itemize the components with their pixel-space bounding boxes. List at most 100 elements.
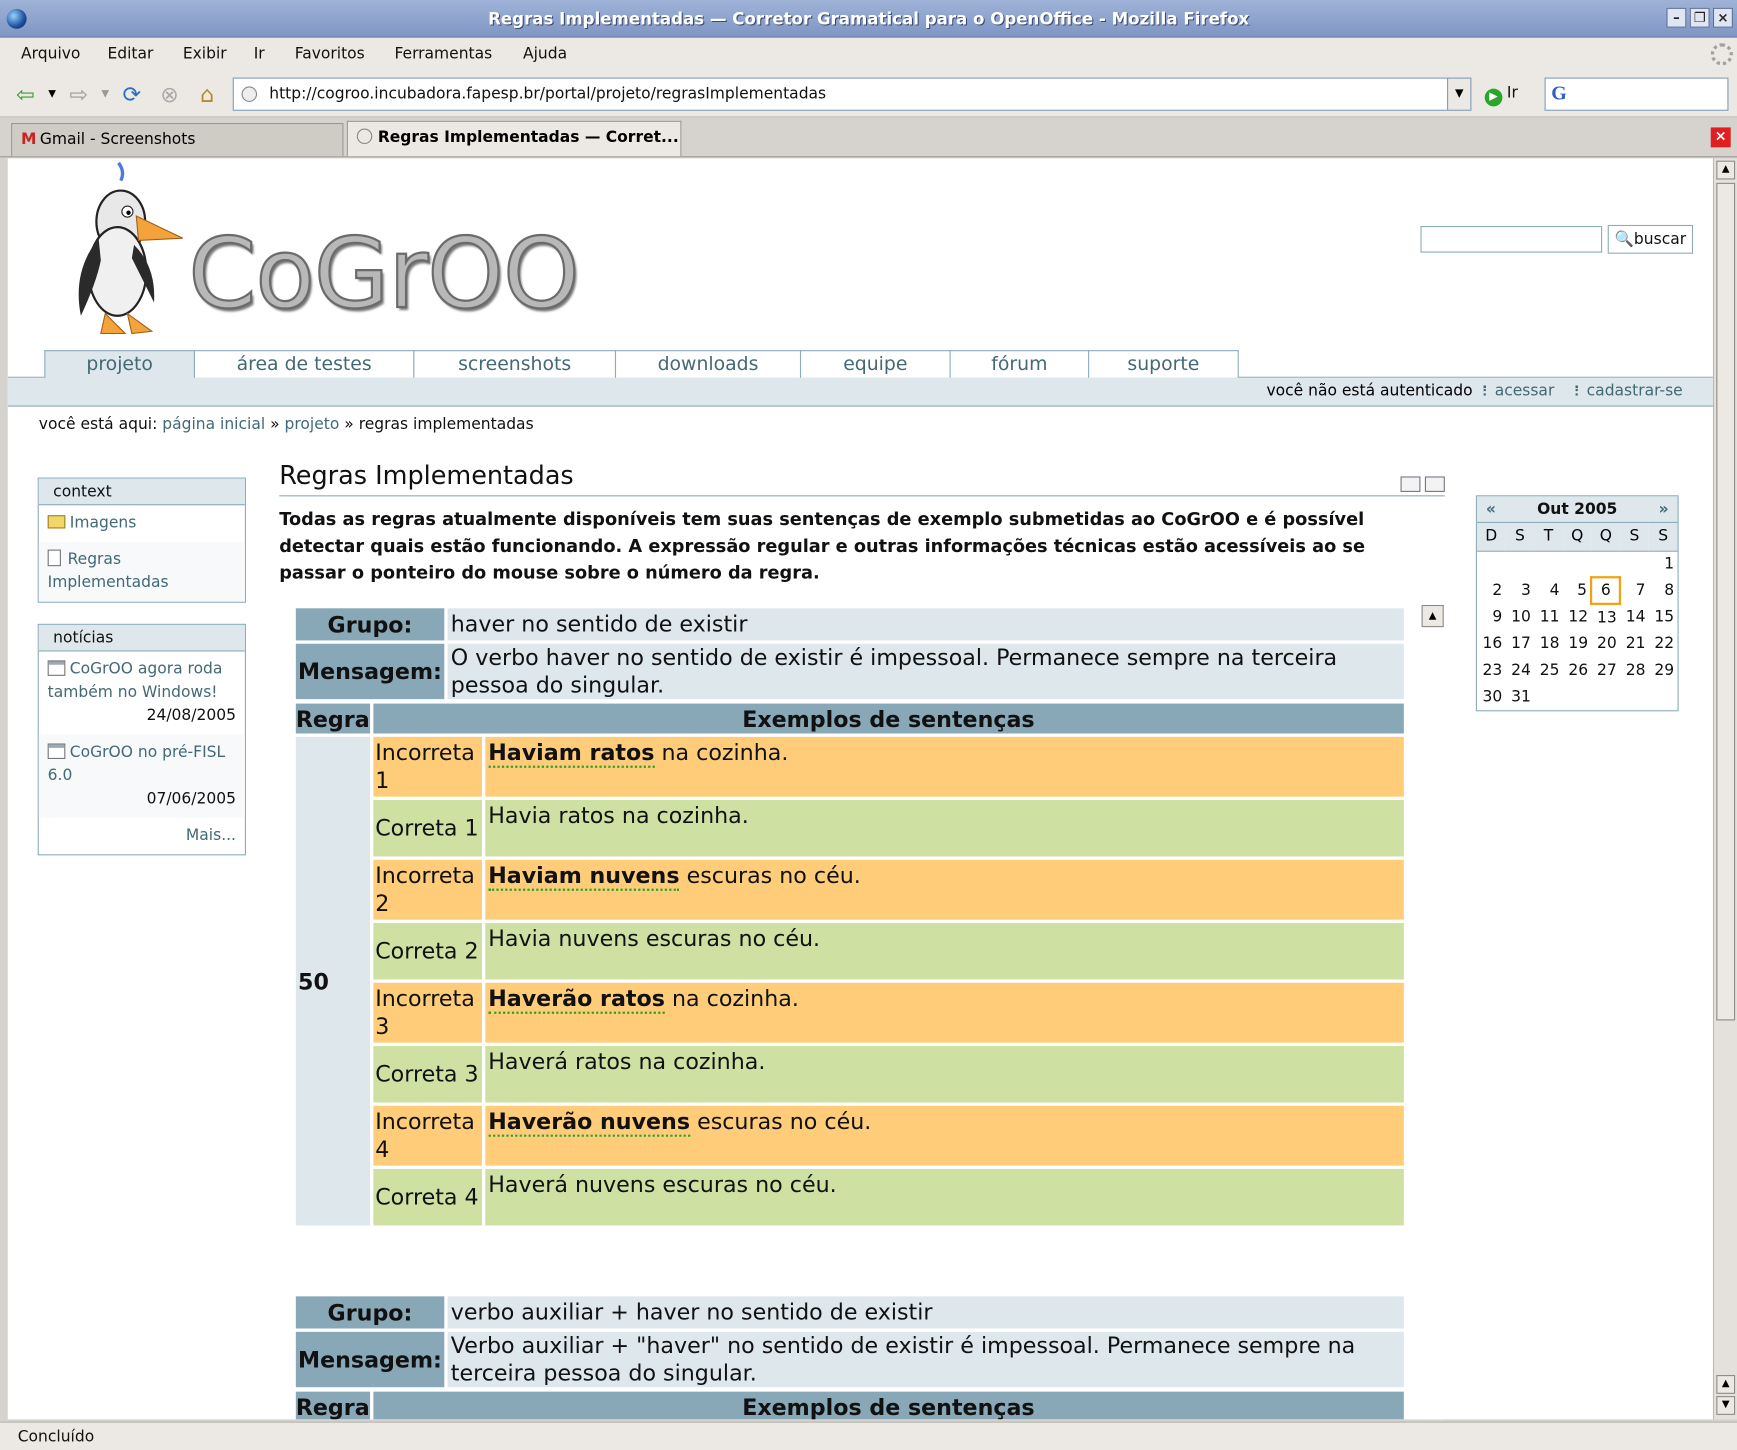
- news-item-title[interactable]: CoGrOO agora roda também no Windows!: [48, 660, 223, 701]
- calendar-day[interactable]: 12: [1563, 604, 1592, 631]
- minimize-icon[interactable]: –: [1666, 7, 1687, 28]
- tab-regras[interactable]: Regras Implementadas — Corret...: [346, 120, 682, 157]
- tab-area-de-testes[interactable]: área de testes: [193, 350, 415, 378]
- inner-scrollbar[interactable]: ▲: [1420, 604, 1445, 1420]
- calendar-day[interactable]: 26: [1563, 657, 1592, 684]
- calendar-day[interactable]: 18: [1534, 630, 1563, 657]
- forward-dropdown-icon[interactable]: ▼: [93, 82, 117, 106]
- calendar-day[interactable]: 11: [1534, 604, 1563, 631]
- context-item-imagens[interactable]: Imagens: [39, 505, 245, 542]
- breadcrumb-projeto-link[interactable]: projeto: [285, 416, 340, 434]
- calendar-day[interactable]: 14: [1620, 604, 1649, 631]
- print-icon[interactable]: [1424, 476, 1445, 492]
- menu-ajuda[interactable]: Ajuda: [523, 45, 567, 63]
- calendar-day[interactable]: 4: [1534, 577, 1563, 604]
- calendar-day[interactable]: 22: [1649, 630, 1678, 657]
- calendar-today[interactable]: 6: [1590, 576, 1622, 605]
- breadcrumb-home-link[interactable]: página inicial: [162, 416, 265, 434]
- search-button[interactable]: 🔍buscar: [1607, 224, 1694, 254]
- calendar-day[interactable]: 17: [1506, 630, 1535, 657]
- url-history-dropdown-icon[interactable]: ▼: [1447, 77, 1472, 111]
- calendar-day[interactable]: 29: [1649, 657, 1678, 684]
- calendar-day[interactable]: 20: [1592, 630, 1621, 657]
- weekday: S: [1648, 522, 1678, 552]
- news-item[interactable]: CoGrOO agora roda também no Windows! 24/…: [39, 652, 245, 735]
- scroll-down-icon[interactable]: ▼: [1716, 1396, 1736, 1415]
- back-dropdown-icon[interactable]: ▼: [40, 82, 64, 106]
- close-window-icon[interactable]: ×: [1712, 7, 1733, 28]
- calendar-day[interactable]: 13: [1592, 604, 1621, 631]
- context-item-regras[interactable]: Regras Implementadas: [38, 541, 245, 602]
- tab-equipe[interactable]: equipe: [799, 350, 951, 378]
- tab-suporte[interactable]: suporte: [1088, 350, 1239, 378]
- scroll-up-icon[interactable]: ▲: [1716, 1375, 1736, 1394]
- menu-exibir[interactable]: Exibir: [183, 45, 227, 63]
- news-more-link[interactable]: Mais...: [39, 818, 245, 855]
- scroll-up-icon[interactable]: ▲: [1421, 604, 1444, 628]
- tab-gmail[interactable]: M Gmail - Screenshots: [11, 122, 344, 157]
- calendar-day[interactable]: 24: [1506, 657, 1535, 684]
- google-icon[interactable]: G: [1551, 82, 1567, 105]
- rule-number[interactable]: 50: [295, 736, 370, 1226]
- site-search-input[interactable]: [1420, 226, 1603, 253]
- calendar-day[interactable]: 10: [1506, 604, 1535, 631]
- calendar-day[interactable]: 30: [1477, 684, 1506, 711]
- scrollbar-thumb[interactable]: [1716, 182, 1736, 1021]
- calendar-prev[interactable]: «: [1486, 496, 1496, 523]
- url-text[interactable]: http://cogroo.incubadora.fapesp.br/porta…: [269, 85, 826, 103]
- news-item[interactable]: CoGrOO no pré-FISL 6.0 07/06/2005: [38, 734, 245, 818]
- scroll-up-icon[interactable]: ▲: [1716, 160, 1736, 180]
- news-item-title[interactable]: CoGrOO no pré-FISL 6.0: [48, 743, 226, 784]
- calendar-day[interactable]: 15: [1649, 604, 1678, 631]
- page-title: Regras Implementadas: [279, 462, 574, 491]
- grammar-error-highlight[interactable]: Haverão ratos: [488, 985, 665, 1014]
- menu-editar[interactable]: Editar: [107, 45, 153, 63]
- tab-forum[interactable]: fórum: [949, 350, 1090, 378]
- calendar-day[interactable]: 28: [1620, 657, 1649, 684]
- stop-icon[interactable]: ⊗: [157, 82, 181, 106]
- reload-icon[interactable]: ⟳: [120, 82, 144, 106]
- menu-arquivo[interactable]: Arquivo: [21, 45, 80, 63]
- go-button[interactable]: ▶ Ir: [1484, 84, 1518, 107]
- calendar-day[interactable]: 16: [1477, 630, 1506, 657]
- calendar-day: [1649, 684, 1678, 711]
- tab-projeto[interactable]: projeto: [44, 350, 196, 379]
- calendar-day[interactable]: 5: [1563, 577, 1592, 604]
- close-tab-icon[interactable]: ×: [1710, 127, 1731, 148]
- grammar-error-highlight[interactable]: Haviam ratos: [488, 739, 655, 768]
- calendar-day[interactable]: 1: [1649, 551, 1678, 578]
- tab-screenshots[interactable]: screenshots: [413, 350, 617, 378]
- tab-downloads[interactable]: downloads: [614, 350, 802, 378]
- calendar-day[interactable]: 21: [1620, 630, 1649, 657]
- grammar-error-highlight[interactable]: Haviam nuvens: [488, 862, 680, 891]
- forward-icon[interactable]: ⇨: [66, 82, 90, 106]
- url-bar[interactable]: http://cogroo.incubadora.fapesp.br/porta…: [232, 77, 1450, 111]
- back-icon[interactable]: ⇦: [13, 82, 37, 106]
- calendar-day[interactable]: 19: [1563, 630, 1592, 657]
- grammar-error-highlight[interactable]: Haverão nuvens: [488, 1108, 691, 1137]
- register-link[interactable]: cadastrar-se: [1576, 382, 1683, 400]
- menu-favoritos[interactable]: Favoritos: [295, 45, 365, 63]
- menu-ferramentas[interactable]: Ferramentas: [394, 45, 492, 63]
- home-icon[interactable]: ⌂: [195, 82, 219, 106]
- calendar-day: [1592, 551, 1621, 578]
- calendar-day[interactable]: 7: [1620, 577, 1649, 604]
- menu-ir[interactable]: Ir: [254, 45, 265, 63]
- calendar-day[interactable]: 9: [1477, 604, 1506, 631]
- incorrect-label: Incorreta 1: [372, 736, 482, 797]
- calendar-day[interactable]: 2: [1477, 577, 1506, 604]
- calendar-day[interactable]: 31: [1506, 684, 1535, 711]
- calendar-day[interactable]: 25: [1534, 657, 1563, 684]
- calendar-day[interactable]: 3: [1506, 577, 1535, 604]
- calendar-day[interactable]: 23: [1477, 657, 1506, 684]
- calendar-day: [1534, 684, 1563, 711]
- calendar-day[interactable]: 8: [1649, 577, 1678, 604]
- page-scrollbar[interactable]: ▲ ▲ ▼: [1712, 158, 1737, 1420]
- calendar-day[interactable]: 27: [1592, 657, 1621, 684]
- maximize-icon[interactable]: ❐: [1689, 7, 1710, 28]
- login-link[interactable]: acessar: [1484, 382, 1555, 400]
- calendar-next[interactable]: »: [1659, 496, 1669, 523]
- site-logo-text[interactable]: CoGrOO: [187, 215, 581, 331]
- send-email-icon[interactable]: [1400, 476, 1421, 492]
- search-engine-box[interactable]: G: [1544, 77, 1729, 111]
